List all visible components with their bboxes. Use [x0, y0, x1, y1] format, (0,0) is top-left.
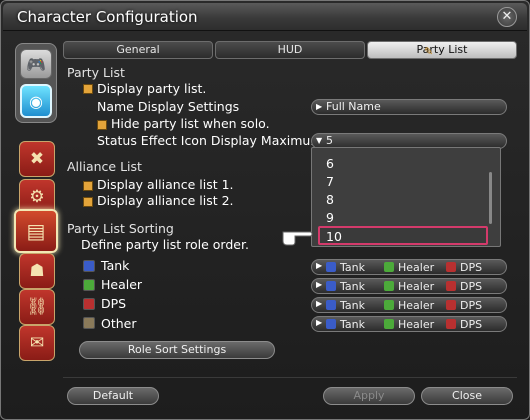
tank-icon	[326, 319, 336, 329]
dropdown-option[interactable]: 7	[326, 174, 334, 189]
role-sort-settings-button[interactable]: Role Sort Settings	[79, 341, 275, 359]
healer-icon	[384, 262, 394, 272]
dps-icon	[446, 319, 456, 329]
dps-icon	[446, 300, 456, 310]
sort-row-label: Tank	[101, 258, 130, 273]
sort-row-label: Healer	[101, 277, 143, 292]
order-dps-label: DPS	[460, 280, 483, 293]
hide-party-list-solo-checkbox[interactable]	[97, 120, 107, 130]
footer-divider	[63, 377, 517, 378]
category-controls-button[interactable]: ✖	[19, 141, 55, 177]
tank-icon	[326, 281, 336, 291]
order-arrow-icon: ▶	[316, 261, 323, 270]
dropdown-down-arrow-icon: ▼	[316, 136, 323, 145]
tank-role-icon	[83, 260, 95, 272]
input-mode-panel: 🎮 ◉	[15, 43, 57, 123]
order-healer-label: Healer	[398, 318, 435, 331]
tank-icon	[326, 300, 336, 310]
tab-bar: General HUD ✎ Party List	[63, 41, 517, 59]
dropdown-option[interactable]: 6	[326, 156, 334, 171]
healer-order-selector[interactable]: ▶ Tank Healer DPS	[311, 278, 507, 294]
gamepad-icon: 🎮	[26, 54, 46, 74]
order-tank-label: Tank	[340, 261, 365, 274]
order-healer-label: Healer	[398, 280, 435, 293]
hide-party-list-solo-label: Hide party list when solo.	[111, 116, 270, 131]
tab-hud[interactable]: HUD	[215, 41, 365, 59]
healer-role-icon	[83, 279, 95, 291]
window-title: Character Configuration	[17, 8, 198, 26]
dropdown-option-selected[interactable]: 10	[318, 226, 488, 245]
name-display-dropdown[interactable]: ▶ Full Name	[311, 99, 507, 115]
order-dps-label: DPS	[460, 261, 483, 274]
other-order-selector[interactable]: ▶ Tank Healer DPS	[311, 316, 507, 332]
name-display-value: Full Name	[326, 100, 381, 113]
dropdown-option[interactable]: 9	[326, 210, 334, 225]
order-dps-label: DPS	[460, 318, 483, 331]
order-healer-label: Healer	[398, 261, 435, 274]
tank-icon	[326, 262, 336, 272]
sorting-description: Define party list role order.	[81, 237, 249, 252]
chain-icon: ⛓	[26, 297, 48, 317]
order-tank-label: Tank	[340, 280, 365, 293]
order-arrow-icon: ▶	[316, 318, 323, 327]
status-effect-options-popup: 6 7 8 9 10	[311, 147, 501, 247]
dropdown-right-arrow-icon: ▶	[316, 102, 323, 111]
display-alliance-2-checkbox[interactable]	[83, 197, 93, 207]
chat-bubble-icon: ✉	[29, 333, 45, 353]
close-icon[interactable]: ✕	[497, 7, 517, 27]
default-button[interactable]: Default	[67, 387, 159, 405]
healer-icon	[384, 319, 394, 329]
ui-panel-icon: ▤	[26, 219, 46, 243]
category-hotbar-button[interactable]: ⛓	[19, 289, 55, 325]
display-alliance-2-label: Display alliance list 2.	[97, 193, 234, 208]
display-party-list-checkbox[interactable]	[83, 84, 93, 94]
selected-option-label: 10	[326, 229, 342, 244]
dropdown-option[interactable]: 8	[326, 192, 334, 207]
status-effect-max-label: Status Effect Icon Display Maximum	[97, 133, 323, 148]
other-role-icon	[83, 317, 95, 329]
pencil-icon: ✎	[424, 45, 434, 58]
dps-icon	[446, 262, 456, 272]
person-icon: ☗	[29, 261, 45, 281]
crossed-arrows-icon: ✖	[29, 149, 45, 169]
status-effect-max-value: 5	[326, 134, 333, 147]
config-window: Character Configuration ✕ 🎮 ◉ ✖ ⚙ ▤ ☗ ⛓ …	[0, 0, 530, 420]
order-dps-label: DPS	[460, 299, 483, 312]
mouse-icon: ◉	[29, 91, 43, 111]
order-arrow-icon: ▶	[316, 299, 323, 308]
mouse-mode-button[interactable]: ◉	[20, 84, 52, 118]
category-chat-button[interactable]: ✉	[19, 325, 55, 361]
tab-general[interactable]: General	[63, 41, 213, 59]
display-party-list-label: Display party list.	[97, 81, 207, 96]
order-healer-label: Healer	[398, 299, 435, 312]
gamepad-mode-button[interactable]: 🎮	[20, 49, 52, 79]
display-alliance-1-checkbox[interactable]	[83, 181, 93, 191]
tab-party-list[interactable]: ✎ Party List	[367, 41, 517, 59]
healer-icon	[384, 281, 394, 291]
sort-row-label: Other	[101, 316, 137, 331]
dps-order-selector[interactable]: ▶ Tank Healer DPS	[311, 297, 507, 313]
name-display-settings-label: Name Display Settings	[97, 99, 240, 114]
order-arrow-icon: ▶	[316, 280, 323, 289]
order-tank-label: Tank	[340, 299, 365, 312]
sort-row-label: DPS	[101, 296, 127, 311]
healer-icon	[384, 300, 394, 310]
dps-role-icon	[83, 298, 95, 310]
alliance-list-heading: Alliance List	[67, 159, 142, 174]
close-button[interactable]: Close	[421, 387, 513, 405]
tank-order-selector[interactable]: ▶ Tank Healer DPS	[311, 259, 507, 275]
order-tank-label: Tank	[340, 318, 365, 331]
title-bar[interactable]: Character Configuration ✕	[3, 3, 527, 31]
apply-button[interactable]: Apply	[323, 387, 415, 405]
dps-icon	[446, 281, 456, 291]
sorting-heading: Party List Sorting	[67, 221, 174, 236]
category-nameplate-button[interactable]: ☗	[19, 253, 55, 289]
display-alliance-1-label: Display alliance list 1.	[97, 177, 234, 192]
popup-scrollbar[interactable]	[489, 172, 492, 224]
pointing-hand-cursor-icon	[282, 231, 313, 246]
category-ui-button[interactable]: ▤	[14, 209, 58, 253]
party-list-heading: Party List	[67, 65, 125, 80]
